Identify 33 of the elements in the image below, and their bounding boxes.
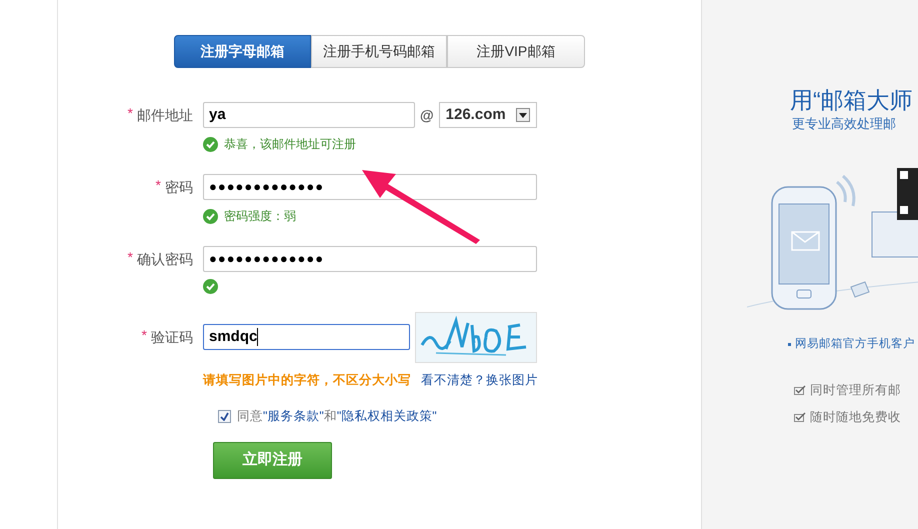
required-asterisk: * bbox=[156, 176, 161, 194]
promo-subtitle: 更专业高效处理邮 bbox=[792, 115, 897, 133]
bullet-icon bbox=[788, 342, 791, 346]
agree-checkbox[interactable] bbox=[218, 410, 231, 423]
feature-text: 随时随地免费收 bbox=[810, 408, 901, 426]
promo-title: 用“邮箱大师 bbox=[790, 86, 914, 114]
feature-text: 同时管理所有邮 bbox=[810, 382, 901, 399]
terms-link[interactable]: "隐私权相关政策" bbox=[336, 406, 437, 426]
status-message: 密码强度：弱 bbox=[224, 208, 296, 225]
field-label: 确认密码 bbox=[137, 250, 193, 268]
required-asterisk: * bbox=[128, 104, 133, 122]
field-label: 验证码 bbox=[151, 328, 193, 346]
password-field[interactable]: ●●●●●●●●●●●●● bbox=[203, 246, 537, 272]
refresh-captcha-link[interactable]: 看不清楚？换张图片 bbox=[421, 371, 538, 390]
promo-caption: 网易邮箱官方手机客户 bbox=[795, 336, 915, 352]
tab[interactable]: 注册字母邮箱 bbox=[174, 35, 311, 68]
dropdown-caret-icon bbox=[516, 108, 530, 122]
domain-select[interactable]: 126.com bbox=[438, 102, 537, 128]
required-asterisk: * bbox=[128, 248, 133, 266]
field-label: 密码 bbox=[165, 178, 193, 196]
tab[interactable]: 注册VIP邮箱 bbox=[447, 35, 585, 68]
required-asterisk: * bbox=[142, 326, 147, 344]
terms-link[interactable]: "服务条款" bbox=[263, 406, 324, 426]
captcha-hint: 请填写图片中的字符，不区分大小写 bbox=[203, 372, 411, 389]
tab[interactable]: 注册手机号码邮箱 bbox=[311, 35, 447, 68]
email-field[interactable]: ya bbox=[203, 102, 415, 128]
status-message: 恭喜，该邮件地址可注册 bbox=[224, 136, 356, 153]
captcha-field[interactable]: smdqc bbox=[203, 324, 410, 350]
agreement-text: 和 bbox=[324, 408, 337, 425]
agreement-text: 同意 bbox=[237, 408, 263, 425]
password-field[interactable]: ●●●●●●●●●●●●● bbox=[203, 174, 537, 200]
field-label: 邮件地址 bbox=[137, 106, 193, 124]
at-sign: @ bbox=[420, 106, 434, 124]
